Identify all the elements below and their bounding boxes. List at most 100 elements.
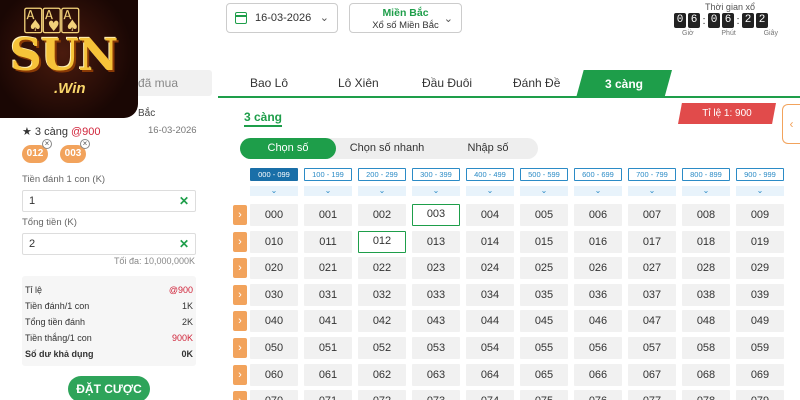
number-cell[interactable]: 004 [466, 204, 514, 226]
range-button[interactable]: 300 - 399 [412, 168, 460, 181]
number-cell[interactable]: 007 [628, 204, 676, 226]
mode-enter-number[interactable]: Nhập số [438, 138, 538, 159]
number-cell[interactable]: 070 [250, 390, 298, 400]
number-cell[interactable]: 006 [574, 204, 622, 226]
number-cell[interactable]: 062 [358, 363, 406, 386]
number-cell[interactable]: 016 [574, 230, 622, 253]
number-cell[interactable]: 033 [412, 283, 460, 306]
number-cell[interactable]: 046 [574, 310, 622, 333]
number-cell[interactable]: 013 [412, 230, 460, 253]
mode-quick-pick[interactable]: Chọn số nhanh [336, 138, 438, 159]
range-button[interactable]: 900 - 999 [736, 168, 784, 181]
number-cell[interactable]: 003 [412, 204, 460, 226]
number-cell[interactable]: 044 [466, 310, 514, 333]
selected-chip[interactable]: 003 × [60, 139, 90, 163]
number-cell[interactable]: 068 [682, 363, 730, 386]
number-cell[interactable]: 021 [304, 257, 352, 280]
chevron-right-icon[interactable]: › [233, 231, 247, 252]
number-cell[interactable]: 045 [520, 310, 568, 333]
range-button[interactable]: 400 - 499 [466, 168, 514, 181]
chevron-down-icon[interactable]: ⌄ [358, 186, 406, 196]
number-cell[interactable]: 074 [466, 390, 514, 400]
number-cell[interactable]: 025 [520, 257, 568, 280]
number-cell[interactable]: 041 [304, 310, 352, 333]
number-cell[interactable]: 024 [466, 257, 514, 280]
range-button[interactable]: 800 - 899 [682, 168, 730, 181]
chevron-down-icon[interactable]: ⌄ [520, 186, 568, 196]
number-cell[interactable]: 065 [520, 363, 568, 386]
range-button[interactable]: 600 - 699 [574, 168, 622, 181]
number-cell[interactable]: 056 [574, 337, 622, 359]
number-cell[interactable]: 037 [628, 283, 676, 306]
chevron-right-icon[interactable]: › [233, 205, 247, 225]
number-cell[interactable]: 071 [304, 390, 352, 400]
number-cell[interactable]: 079 [736, 390, 784, 400]
number-cell[interactable]: 058 [682, 337, 730, 359]
number-cell[interactable]: 069 [736, 363, 784, 386]
chevron-down-icon[interactable]: ⌄ [304, 186, 352, 196]
chevron-down-icon[interactable]: ⌄ [250, 186, 298, 196]
number-cell[interactable]: 061 [304, 363, 352, 386]
amount-input[interactable]: 1 ✕ [22, 190, 196, 212]
selected-chip[interactable]: 012 × [22, 139, 52, 163]
number-cell[interactable]: 002 [358, 204, 406, 226]
number-cell[interactable]: 032 [358, 283, 406, 306]
number-cell[interactable]: 066 [574, 363, 622, 386]
number-cell[interactable]: 022 [358, 257, 406, 280]
number-cell[interactable]: 038 [682, 283, 730, 306]
chevron-down-icon[interactable]: ⌄ [466, 186, 514, 196]
range-button[interactable]: 700 - 799 [628, 168, 676, 181]
total-input[interactable]: 2 ✕ [22, 233, 196, 255]
number-cell[interactable]: 018 [682, 230, 730, 253]
tab-bao-lo[interactable]: Bao Lô [250, 76, 288, 90]
mode-pick-number[interactable]: Chọn số [240, 138, 336, 159]
number-cell[interactable]: 054 [466, 337, 514, 359]
number-cell[interactable]: 017 [628, 230, 676, 253]
number-cell[interactable]: 075 [520, 390, 568, 400]
number-cell[interactable]: 028 [682, 257, 730, 280]
number-cell[interactable]: 055 [520, 337, 568, 359]
chevron-right-icon[interactable]: › [233, 338, 247, 358]
number-cell[interactable]: 042 [358, 310, 406, 333]
number-cell[interactable]: 036 [574, 283, 622, 306]
number-cell[interactable]: 010 [250, 230, 298, 253]
number-cell[interactable]: 049 [736, 310, 784, 333]
number-cell[interactable]: 019 [736, 230, 784, 253]
number-cell[interactable]: 040 [250, 310, 298, 333]
number-cell[interactable]: 047 [628, 310, 676, 333]
place-bet-button[interactable]: ĐẶT CƯỢC [68, 376, 150, 400]
range-button[interactable]: 000 - 099 [250, 168, 298, 181]
number-cell[interactable]: 078 [682, 390, 730, 400]
number-cell[interactable]: 011 [304, 230, 352, 253]
number-cell[interactable]: 023 [412, 257, 460, 280]
number-cell[interactable]: 029 [736, 257, 784, 280]
number-cell[interactable]: 076 [574, 390, 622, 400]
tab-dau-duoi[interactable]: Đầu Đuôi [422, 76, 472, 90]
number-cell[interactable]: 067 [628, 363, 676, 386]
number-cell[interactable]: 051 [304, 337, 352, 359]
number-cell[interactable]: 012 [358, 230, 406, 253]
chevron-right-icon[interactable]: › [233, 284, 247, 305]
number-cell[interactable]: 035 [520, 283, 568, 306]
number-cell[interactable]: 063 [412, 363, 460, 386]
number-cell[interactable]: 039 [736, 283, 784, 306]
range-button[interactable]: 200 - 299 [358, 168, 406, 181]
number-cell[interactable]: 030 [250, 283, 298, 306]
chevron-right-icon[interactable]: › [233, 311, 247, 332]
range-button[interactable]: 500 - 599 [520, 168, 568, 181]
number-cell[interactable]: 026 [574, 257, 622, 280]
number-cell[interactable]: 073 [412, 390, 460, 400]
number-cell[interactable]: 052 [358, 337, 406, 359]
number-cell[interactable]: 077 [628, 390, 676, 400]
chevron-right-icon[interactable]: › [233, 364, 247, 385]
number-cell[interactable]: 050 [250, 337, 298, 359]
number-cell[interactable]: 031 [304, 283, 352, 306]
chevron-down-icon[interactable]: ⌄ [736, 186, 784, 196]
number-cell[interactable]: 020 [250, 257, 298, 280]
number-cell[interactable]: 000 [250, 204, 298, 226]
close-icon[interactable]: × [42, 139, 52, 149]
number-cell[interactable]: 057 [628, 337, 676, 359]
number-cell[interactable]: 014 [466, 230, 514, 253]
chevron-right-icon[interactable]: › [233, 258, 247, 279]
number-cell[interactable]: 059 [736, 337, 784, 359]
